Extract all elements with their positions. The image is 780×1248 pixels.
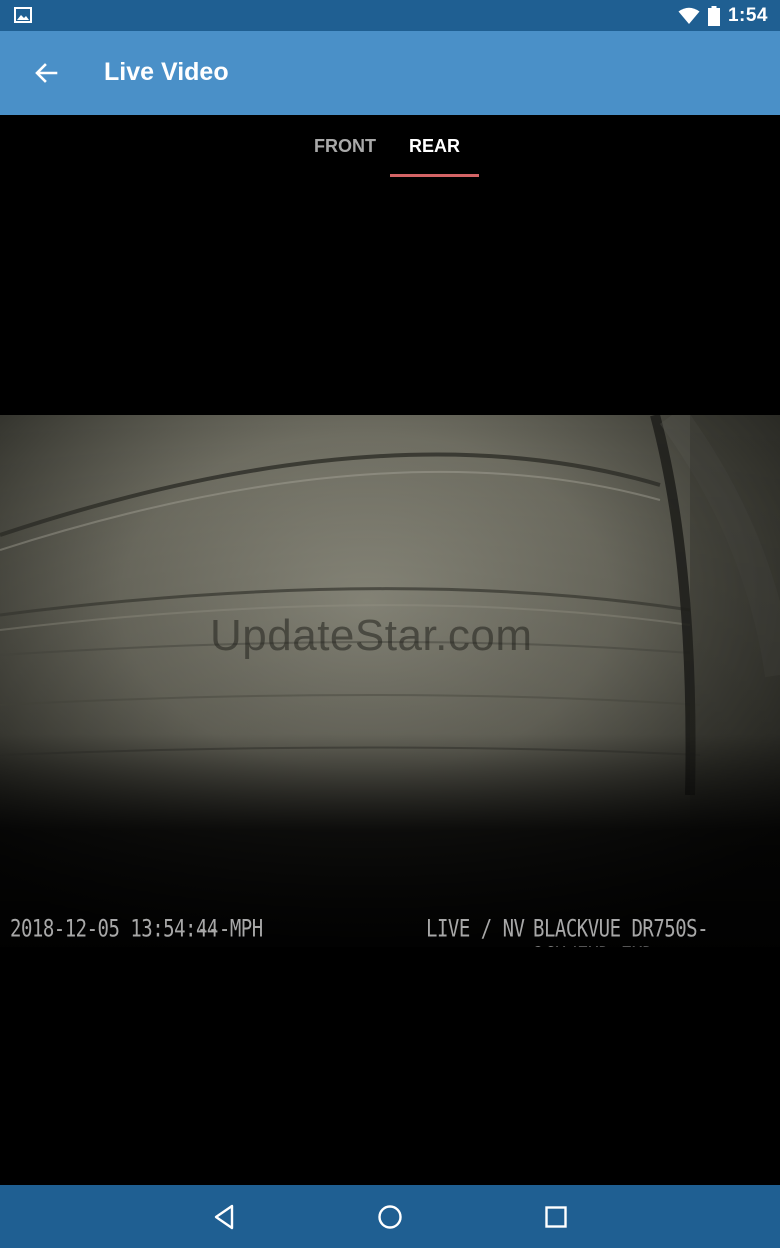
arrow-left-icon[interactable]	[30, 57, 62, 89]
watermark-text: UpdateStar.com	[210, 611, 533, 660]
app-bar: Live Video	[0, 31, 780, 115]
osd-timestamp: 2018-12-05 13:54:44	[10, 915, 218, 943]
osd-speed: ---MPH	[197, 915, 263, 943]
camera-tabs: FRONT REAR	[0, 115, 780, 179]
back-triangle-icon[interactable]	[208, 1201, 240, 1233]
tab-front[interactable]: FRONT	[300, 115, 390, 177]
osd-mode: LIVE / NV	[426, 915, 525, 943]
image-notification-icon	[14, 7, 32, 23]
clock-time: 1:54	[727, 4, 768, 26]
status-bar: 1:54	[0, 0, 780, 31]
tab-rear[interactable]: REAR	[390, 115, 479, 177]
battery-icon	[707, 5, 720, 26]
tab-selected-indicator	[390, 174, 479, 177]
live-video-view[interactable]: UpdateStar.com 2018-12-05 13:54:44 ---MP…	[0, 415, 780, 947]
wifi-icon	[678, 7, 700, 24]
page-title: Live Video	[104, 58, 229, 86]
system-nav-bar	[0, 1185, 780, 1248]
recents-square-icon[interactable]	[540, 1201, 572, 1233]
osd-camera-model: BLACKVUE DR750S-2CH/FHD-FHD	[533, 915, 709, 947]
video-osd-overlay: 2018-12-05 13:54:44 ---MPH LIVE / NV BLA…	[0, 910, 780, 947]
video-frame-image	[0, 415, 780, 947]
home-circle-icon[interactable]	[374, 1201, 406, 1233]
